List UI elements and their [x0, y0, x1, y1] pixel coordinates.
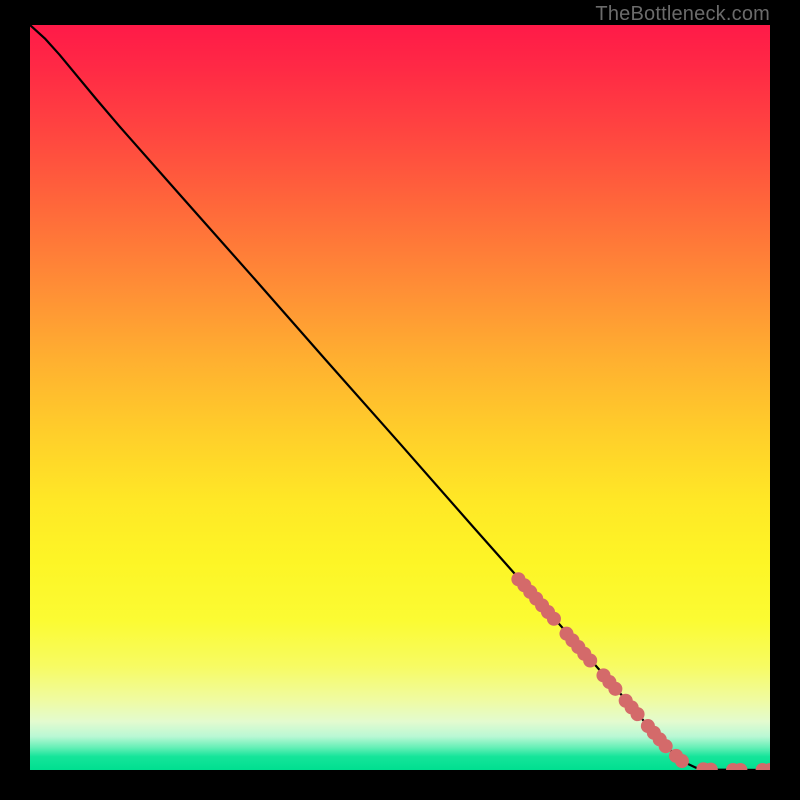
- plot-area: [30, 25, 770, 770]
- chart-stage: TheBottleneck.com: [0, 0, 800, 800]
- curve-markers: [511, 572, 770, 770]
- marker-dot: [547, 612, 561, 626]
- watermark-text: TheBottleneck.com: [595, 3, 770, 26]
- chart-overlay: [30, 25, 770, 770]
- marker-dot: [583, 653, 597, 667]
- marker-dot: [675, 754, 689, 768]
- curve-line: [30, 25, 770, 770]
- marker-dot: [608, 682, 622, 696]
- marker-dot: [631, 707, 645, 721]
- marker-dot: [659, 739, 673, 753]
